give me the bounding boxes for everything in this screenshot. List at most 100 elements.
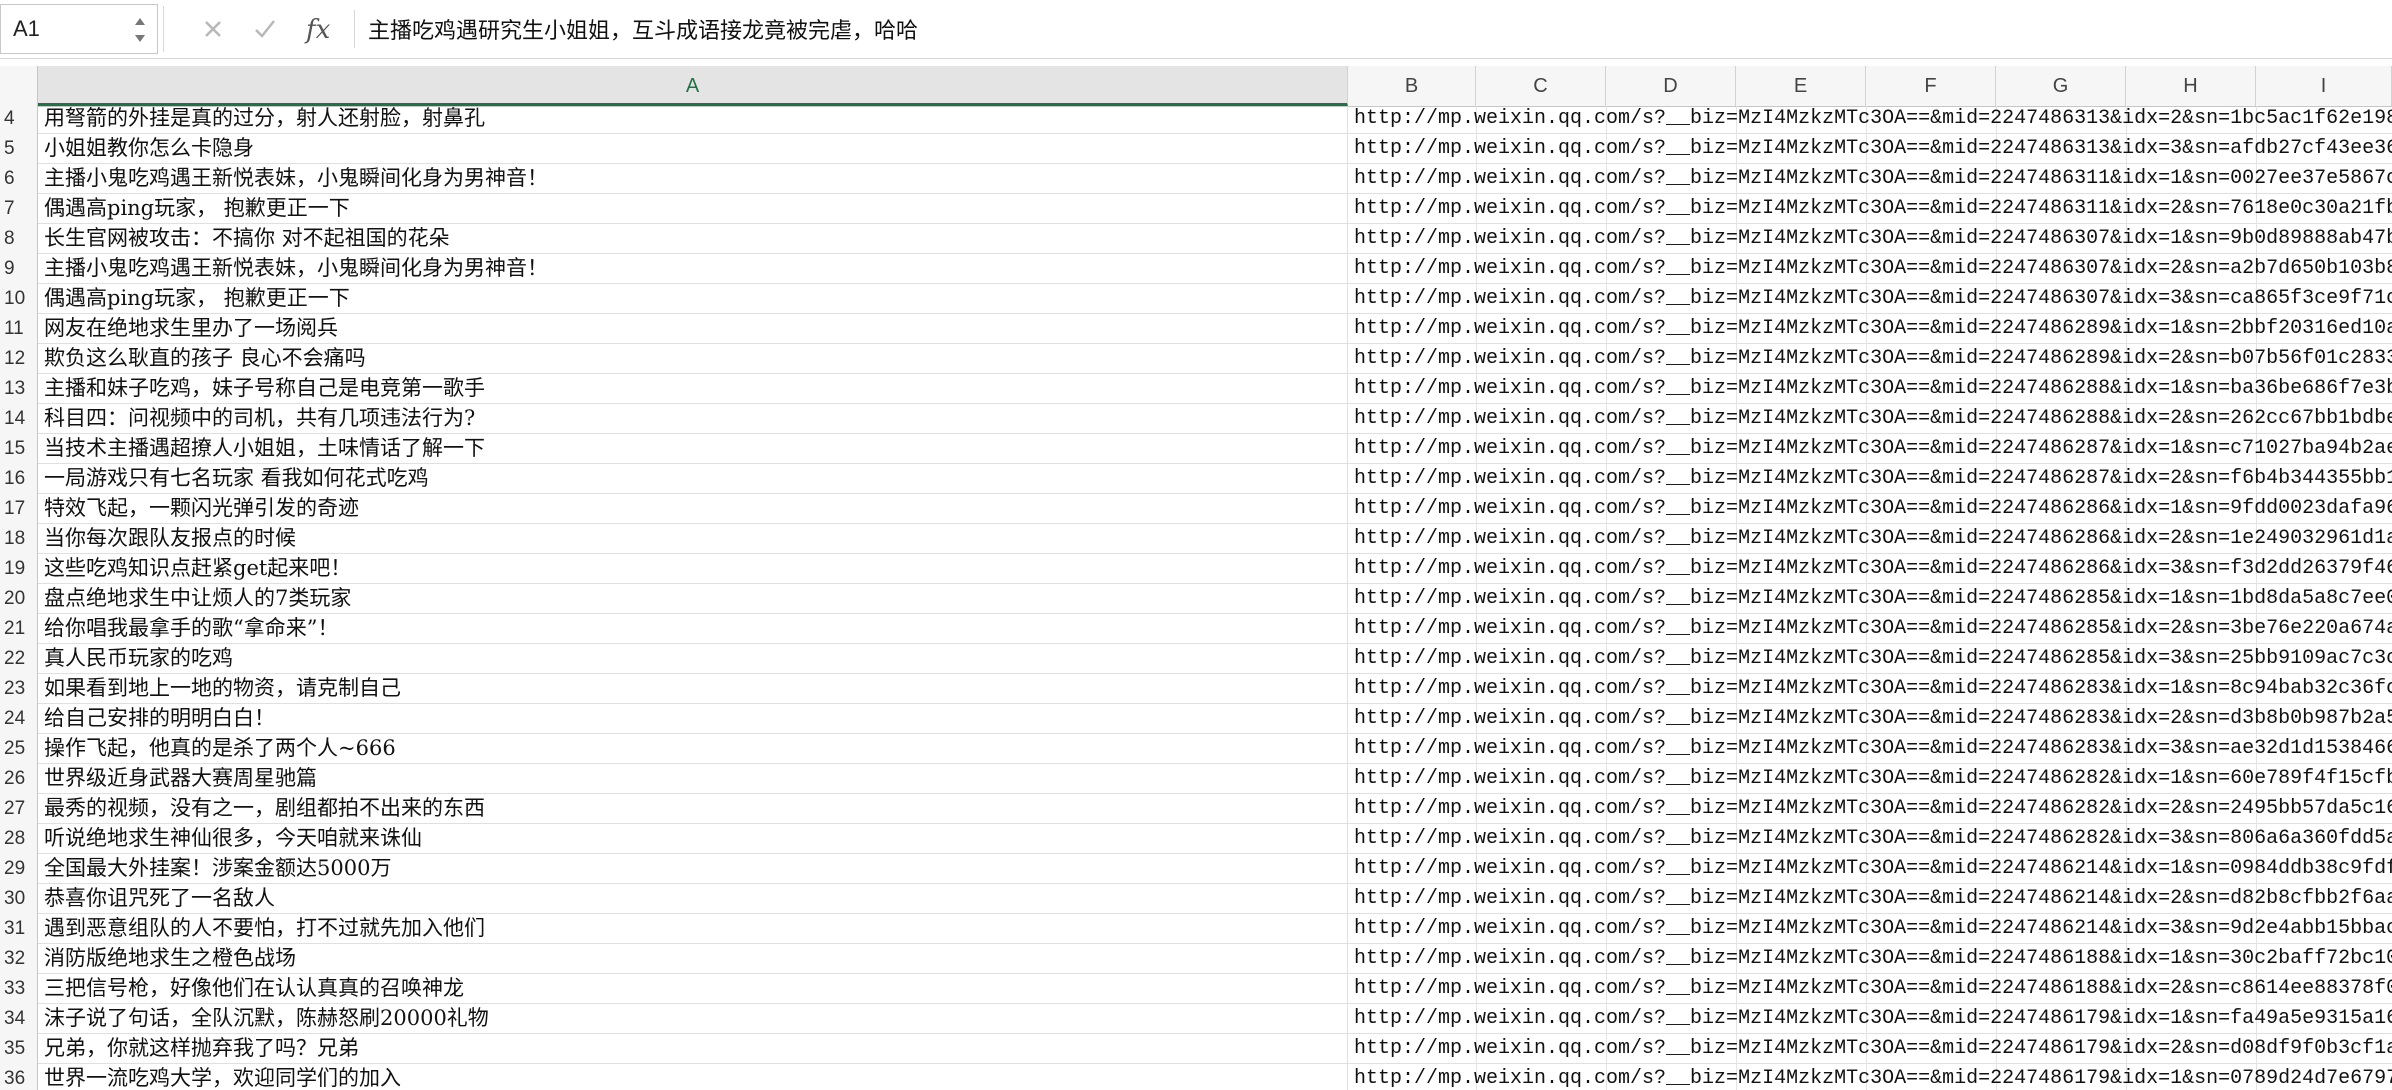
row-header[interactable]: 21 — [0, 614, 38, 644]
cell-a[interactable]: 用弩箭的外挂是真的过分，射人还射脸，射鼻孔 — [38, 106, 1348, 134]
cell-b[interactable]: http://mp.weixin.qq.com/s?__biz=MzI4Mzkz… — [1348, 434, 2392, 464]
row-header[interactable]: 8 — [0, 224, 38, 254]
row-header[interactable]: 15 — [0, 434, 38, 464]
row-header[interactable]: 34 — [0, 1004, 38, 1034]
insert-function-icon[interactable]: fx — [304, 12, 344, 46]
row-header[interactable]: 33 — [0, 974, 38, 1004]
column-header-h[interactable]: H — [2126, 66, 2256, 106]
cell-b[interactable]: http://mp.weixin.qq.com/s?__biz=MzI4Mzkz… — [1348, 344, 2392, 374]
cell-b[interactable]: http://mp.weixin.qq.com/s?__biz=MzI4Mzkz… — [1348, 614, 2392, 644]
cell-a[interactable]: 科目四：问视频中的司机，共有几项违法行为? — [38, 404, 1348, 434]
confirm-icon[interactable] — [248, 12, 282, 46]
cell-b[interactable]: http://mp.weixin.qq.com/s?__biz=MzI4Mzkz… — [1348, 764, 2392, 794]
sheet-grid[interactable]: 4 用弩箭的外挂是真的过分，射人还射脸，射鼻孔 http://mp.weixin.q… — [0, 106, 2392, 1090]
row-header[interactable]: 16 — [0, 464, 38, 494]
row-header[interactable]: 28 — [0, 824, 38, 854]
column-header-g[interactable]: G — [1996, 66, 2126, 106]
cell-a[interactable]: 偶遇高ping玩家， 抱歉更正一下 — [38, 194, 1348, 224]
row-header[interactable]: 13 — [0, 374, 38, 404]
cell-b[interactable]: http://mp.weixin.qq.com/s?__biz=MzI4Mzkz… — [1348, 404, 2392, 434]
row-header[interactable]: 11 — [0, 314, 38, 344]
cell-a[interactable]: 给你唱我最拿手的歌“拿命来”！ — [38, 614, 1348, 644]
row-header[interactable]: 31 — [0, 914, 38, 944]
column-header-a[interactable]: A — [38, 66, 1348, 106]
cell-a[interactable]: 欺负这么耿直的孩子 良心不会痛吗 — [38, 344, 1348, 374]
column-header-e[interactable]: E — [1736, 66, 1866, 106]
column-header-f[interactable]: F — [1866, 66, 1996, 106]
cell-b[interactable]: http://mp.weixin.qq.com/s?__biz=MzI4Mzkz… — [1348, 224, 2392, 254]
cell-a[interactable]: 小姐姐教你怎么卡隐身 — [38, 134, 1348, 164]
cell-b[interactable]: http://mp.weixin.qq.com/s?__biz=MzI4Mzkz… — [1348, 374, 2392, 404]
formula-input[interactable]: 主播吃鸡遇研究生小姐姐，互斗成语接龙竟被完虐，哈哈 — [368, 13, 918, 45]
cell-b[interactable]: http://mp.weixin.qq.com/s?__biz=MzI4Mzkz… — [1348, 164, 2392, 194]
cell-a[interactable]: 恭喜你诅咒死了一名敌人 — [38, 884, 1348, 914]
cell-b[interactable]: http://mp.weixin.qq.com/s?__biz=MzI4Mzkz… — [1348, 974, 2392, 1004]
cell-b[interactable]: http://mp.weixin.qq.com/s?__biz=MzI4Mzkz… — [1348, 134, 2392, 164]
cell-a[interactable]: 长生官网被攻击：不搞你 对不起祖国的花朵 — [38, 224, 1348, 254]
cell-a[interactable]: 网友在绝地求生里办了一场阅兵 — [38, 314, 1348, 344]
row-header[interactable]: 6 — [0, 164, 38, 194]
row-header[interactable]: 9 — [0, 254, 38, 284]
cell-b[interactable]: http://mp.weixin.qq.com/s?__biz=MzI4Mzkz… — [1348, 284, 2392, 314]
cell-b[interactable]: http://mp.weixin.qq.com/s?__biz=MzI4Mzkz… — [1348, 854, 2392, 884]
row-header[interactable]: 17 — [0, 494, 38, 524]
row-header[interactable]: 5 — [0, 134, 38, 164]
row-header[interactable]: 26 — [0, 764, 38, 794]
cell-a[interactable]: 特效飞起，一颗闪光弹引发的奇迹 — [38, 494, 1348, 524]
cell-a[interactable]: 最秀的视频，没有之一，剧组都拍不出来的东西 — [38, 794, 1348, 824]
row-header[interactable]: 22 — [0, 644, 38, 674]
row-header[interactable]: 18 — [0, 524, 38, 554]
cell-a[interactable]: 当你每次跟队友报点的时候 — [38, 524, 1348, 554]
name-box-stepper-icon[interactable] — [131, 11, 149, 49]
row-header[interactable]: 7 — [0, 194, 38, 224]
cell-a[interactable]: 听说绝地求生神仙很多，今天咱就来诛仙 — [38, 824, 1348, 854]
cell-a[interactable]: 沫子说了句话，全队沉默，陈赫怒刷20000礼物 — [38, 1004, 1348, 1034]
cell-a[interactable]: 世界级近身武器大赛周星驰篇 — [38, 764, 1348, 794]
column-header-b[interactable]: B — [1348, 66, 1476, 106]
cell-b[interactable]: http://mp.weixin.qq.com/s?__biz=MzI4Mzkz… — [1348, 584, 2392, 614]
row-header[interactable]: 23 — [0, 674, 38, 704]
cell-a[interactable]: 世界一流吃鸡大学，欢迎同学们的加入 — [38, 1064, 1348, 1090]
cell-b[interactable]: http://mp.weixin.qq.com/s?__biz=MzI4Mzkz… — [1348, 524, 2392, 554]
cell-b[interactable]: http://mp.weixin.qq.com/s?__biz=MzI4Mzkz… — [1348, 914, 2392, 944]
row-header[interactable]: 30 — [0, 884, 38, 914]
row-header[interactable]: 29 — [0, 854, 38, 884]
row-header[interactable]: 36 — [0, 1064, 38, 1090]
cell-b[interactable]: http://mp.weixin.qq.com/s?__biz=MzI4Mzkz… — [1348, 884, 2392, 914]
cell-a[interactable]: 操作飞起，他真的是杀了两个人~666 — [38, 734, 1348, 764]
cell-a[interactable]: 给自己安排的明明白白！ — [38, 704, 1348, 734]
row-header[interactable]: 25 — [0, 734, 38, 764]
cell-a[interactable]: 消防版绝地求生之橙色战场 — [38, 944, 1348, 974]
row-header[interactable]: 19 — [0, 554, 38, 584]
cell-b[interactable]: http://mp.weixin.qq.com/s?__biz=MzI4Mzkz… — [1348, 1004, 2392, 1034]
cell-b[interactable]: http://mp.weixin.qq.com/s?__biz=MzI4Mzkz… — [1348, 554, 2392, 584]
cell-a[interactable]: 一局游戏只有七名玩家 看我如何花式吃鸡 — [38, 464, 1348, 494]
cell-b[interactable]: http://mp.weixin.qq.com/s?__biz=MzI4Mzkz… — [1348, 494, 2392, 524]
column-header-d[interactable]: D — [1606, 66, 1736, 106]
cell-a[interactable]: 如果看到地上一地的物资，请克制自己 — [38, 674, 1348, 704]
cell-b[interactable]: http://mp.weixin.qq.com/s?__biz=MzI4Mzkz… — [1348, 194, 2392, 224]
cell-b[interactable]: http://mp.weixin.qq.com/s?__biz=MzI4Mzkz… — [1348, 1064, 2392, 1090]
cell-b[interactable]: http://mp.weixin.qq.com/s?__biz=MzI4Mzkz… — [1348, 704, 2392, 734]
cell-b[interactable]: http://mp.weixin.qq.com/s?__biz=MzI4Mzkz… — [1348, 1034, 2392, 1064]
row-header[interactable]: 32 — [0, 944, 38, 974]
cell-a[interactable]: 主播小鬼吃鸡遇王新悦表妹，小鬼瞬间化身为男神音！ — [38, 254, 1348, 284]
row-header[interactable]: 10 — [0, 284, 38, 314]
row-header[interactable]: 35 — [0, 1034, 38, 1064]
cell-a[interactable]: 真人民币玩家的吃鸡 — [38, 644, 1348, 674]
cell-a[interactable]: 主播小鬼吃鸡遇王新悦表妹，小鬼瞬间化身为男神音！ — [38, 164, 1348, 194]
row-header[interactable]: 14 — [0, 404, 38, 434]
cell-b[interactable]: http://mp.weixin.qq.com/s?__biz=MzI4Mzkz… — [1348, 464, 2392, 494]
select-all-corner[interactable] — [0, 66, 38, 106]
cell-b[interactable]: http://mp.weixin.qq.com/s?__biz=MzI4Mzkz… — [1348, 824, 2392, 854]
cell-a[interactable]: 兄弟，你就这样抛弃我了吗？兄弟 — [38, 1034, 1348, 1064]
cell-b[interactable]: http://mp.weixin.qq.com/s?__biz=MzI4Mzkz… — [1348, 674, 2392, 704]
cell-a[interactable]: 这些吃鸡知识点赶紧get起来吧！ — [38, 554, 1348, 584]
row-header[interactable]: 24 — [0, 704, 38, 734]
cell-b[interactable]: http://mp.weixin.qq.com/s?__biz=MzI4Mzkz… — [1348, 106, 2392, 134]
row-header[interactable]: 20 — [0, 584, 38, 614]
cancel-icon[interactable] — [196, 12, 230, 46]
name-box[interactable]: A1 — [0, 4, 158, 54]
cell-a[interactable]: 全国最大外挂案！涉案金额达5000万 — [38, 854, 1348, 884]
row-header[interactable]: 27 — [0, 794, 38, 824]
